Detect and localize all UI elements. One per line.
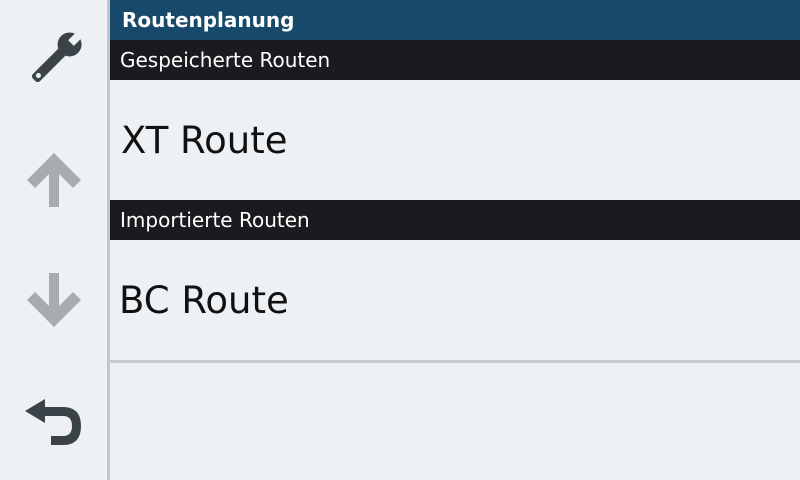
list-item-xt-route[interactable]: XT Route (110, 80, 800, 200)
main-panel: Routenplanung Gespeicherte Routen XT Rou… (110, 0, 800, 480)
arrow-down-icon (26, 273, 81, 327)
section-header-imported-routes: Importierte Routen (110, 200, 800, 240)
settings-button[interactable] (0, 0, 107, 120)
list-item-label: BC Route (119, 278, 289, 322)
scroll-down-button[interactable] (0, 240, 107, 360)
section-header-saved-routes: Gespeicherte Routen (110, 40, 800, 80)
sidebar (0, 0, 110, 480)
arrow-up-icon (26, 153, 81, 207)
back-button[interactable] (0, 360, 107, 480)
list-item-label: XT Route (121, 118, 288, 162)
scroll-up-button[interactable] (0, 120, 107, 240)
list-item-bc-route[interactable]: BC Route (110, 240, 800, 363)
page-title: Routenplanung (110, 0, 800, 40)
back-icon (24, 399, 81, 445)
wrench-icon (31, 31, 82, 83)
